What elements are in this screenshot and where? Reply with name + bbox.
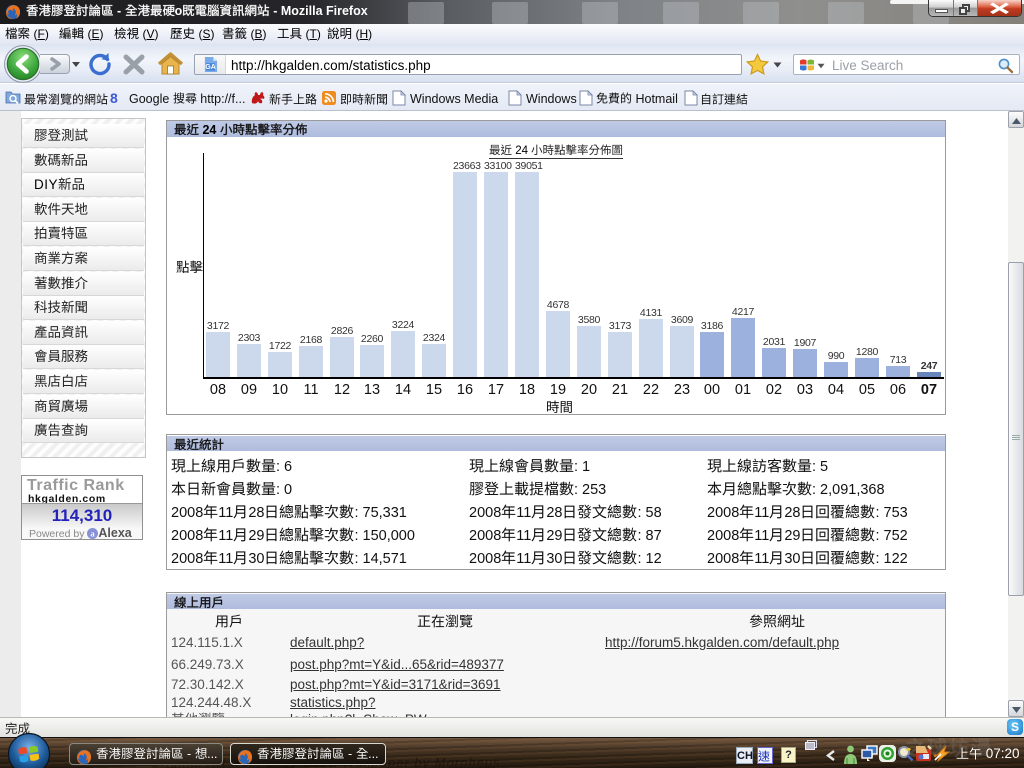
svg-text:GA: GA	[205, 64, 216, 71]
